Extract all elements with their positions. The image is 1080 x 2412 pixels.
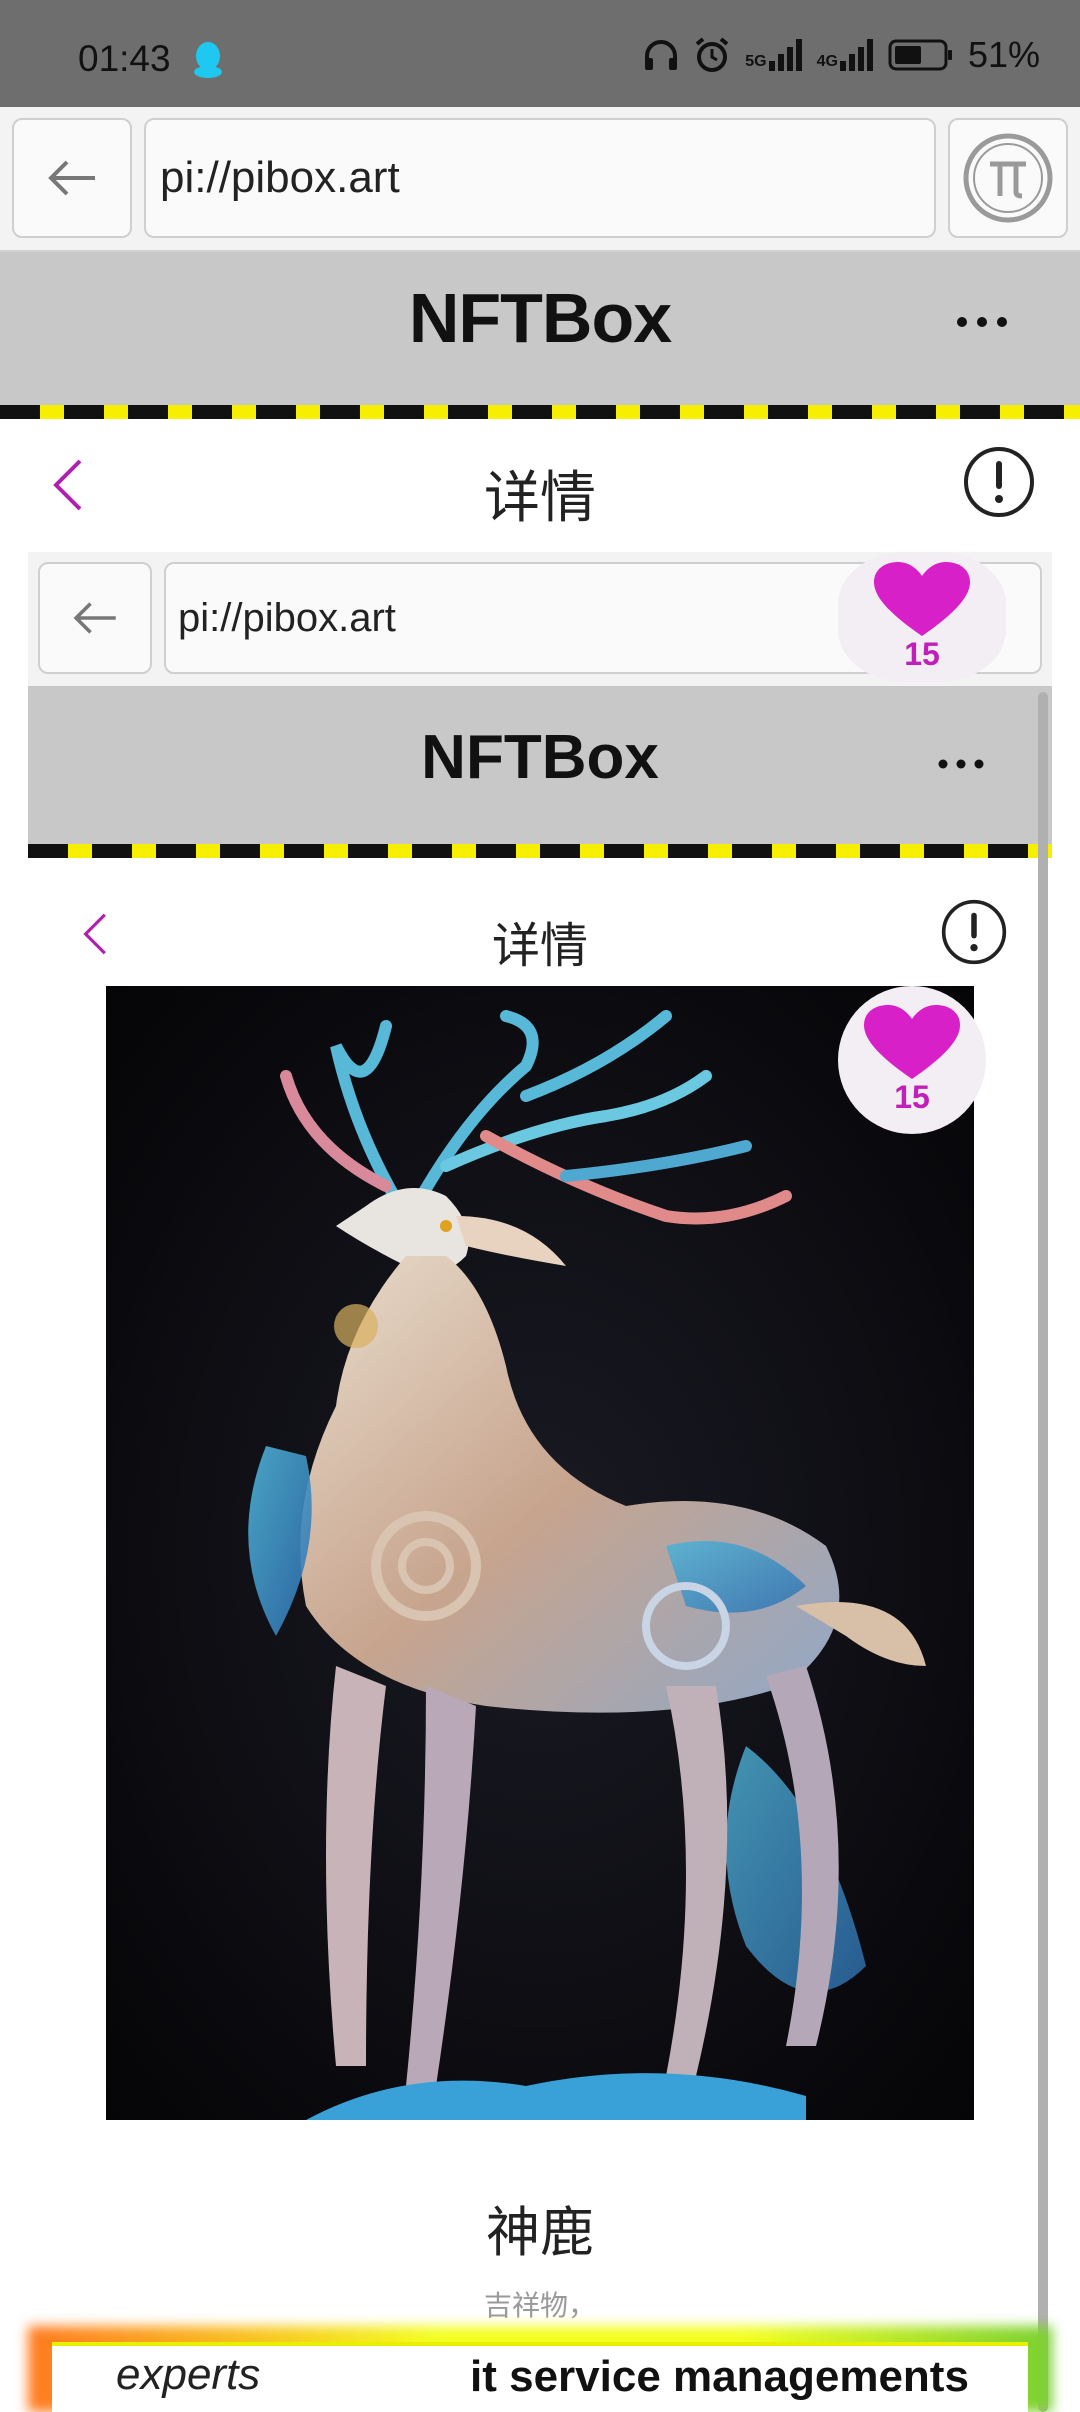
app-title: NFTBox [408,279,672,357]
browser-bar: pi://pibox.art [0,107,1080,252]
heart-icon [874,561,970,636]
more-icon[interactable] [952,307,1012,337]
headphones-icon [645,40,678,70]
network-5g-label: 5G [745,53,767,70]
signal-icon [768,39,802,71]
qq-icon [194,42,222,78]
pi-wallet-button[interactable] [948,118,1068,238]
ad-right-text[interactable]: it service managements [470,2352,969,2402]
nested-scrollbar[interactable] [1038,692,1048,2412]
status-bar: 01:43 5G 4G 51% [0,0,1080,107]
heart-icon [864,1004,960,1079]
browser-back-button[interactable] [12,118,132,238]
nft-artwork-image[interactable] [106,986,974,2120]
nested-more-icon[interactable] [934,750,988,778]
back-arrow-icon [73,602,116,634]
info-icon[interactable] [962,445,1036,519]
nested-like-count: 15 [894,1078,930,1115]
network-4g-label: 4G [816,53,838,70]
ad-left-text[interactable]: experts [116,2350,260,2400]
detail-title: 详情 [484,466,596,529]
nested-info-icon[interactable] [940,898,1008,966]
nested-back-button[interactable] [38,562,152,674]
hazard-stripe [0,405,1080,419]
nested-page-frame: pi://pibox.art NFTBox 详情 神鹿 吉祥物， 15 [28,552,1052,2412]
deer-illustration [106,986,974,2120]
nested-app-title: NFTBox [421,723,659,792]
status-time: 01:43 [78,38,171,79]
battery-percent: 51% [967,34,1040,75]
nested-detail-title: 详情 [491,920,588,973]
nft-description: 吉祥物， [483,2290,596,2321]
browser-url-field[interactable]: pi://pibox.art [144,118,936,238]
app-header: NFTBox [0,252,1080,419]
like-button[interactable]: 15 [838,552,1006,682]
alarm-icon [695,37,729,72]
pi-coin-icon [963,133,1053,223]
signal-icon-2 [839,39,873,71]
nft-name: 神鹿 [486,2203,594,2263]
nested-app-header: NFTBox [28,686,1052,844]
nested-like-button[interactable]: 15 [838,986,986,1134]
like-count: 15 [904,635,940,672]
battery-icon [888,39,952,71]
status-icons: 5G 4G 51% [643,34,1040,76]
nested-hazard-stripe [28,844,1052,858]
back-arrow-icon [48,160,95,196]
